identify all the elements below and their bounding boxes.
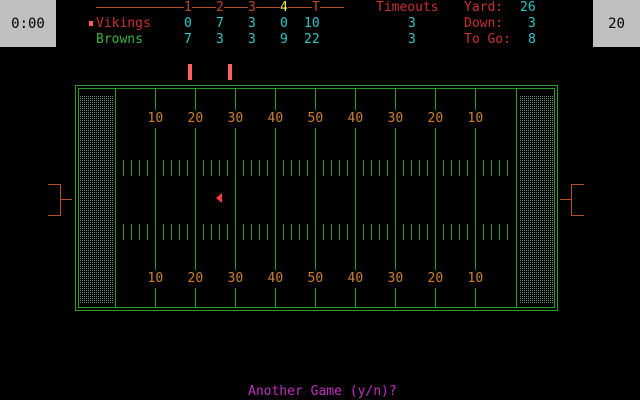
first-down-marker bbox=[228, 64, 232, 80]
yard-number: 10 bbox=[147, 271, 164, 286]
yard-number: 20 bbox=[187, 111, 204, 126]
yard-number: 40 bbox=[347, 111, 364, 126]
endzone-right bbox=[520, 96, 553, 304]
yard-number: 20 bbox=[427, 111, 444, 126]
ball bbox=[216, 193, 222, 203]
scrimmage-marker bbox=[188, 64, 192, 80]
yard-number: 40 bbox=[347, 271, 364, 286]
another-game-prompt[interactable]: Another Game (y/n)? bbox=[248, 384, 397, 400]
yard-number: 30 bbox=[387, 111, 404, 126]
yard-number: 50 bbox=[307, 271, 324, 286]
yard-number: 40 bbox=[267, 271, 284, 286]
yard-number: 20 bbox=[427, 271, 444, 286]
yard-number: 50 bbox=[307, 111, 324, 126]
yard-number: 10 bbox=[147, 111, 164, 126]
football-field bbox=[48, 64, 584, 311]
yard-number: 30 bbox=[387, 271, 404, 286]
yard-number: 10 bbox=[467, 271, 484, 286]
yard-number: 40 bbox=[267, 111, 284, 126]
endzone-left bbox=[80, 96, 113, 304]
goalpost-right bbox=[560, 184, 584, 216]
goalpost-left bbox=[48, 184, 72, 216]
yard-number: 30 bbox=[227, 111, 244, 126]
yard-number: 30 bbox=[227, 271, 244, 286]
yard-number: 10 bbox=[467, 111, 484, 126]
yard-number: 20 bbox=[187, 271, 204, 286]
